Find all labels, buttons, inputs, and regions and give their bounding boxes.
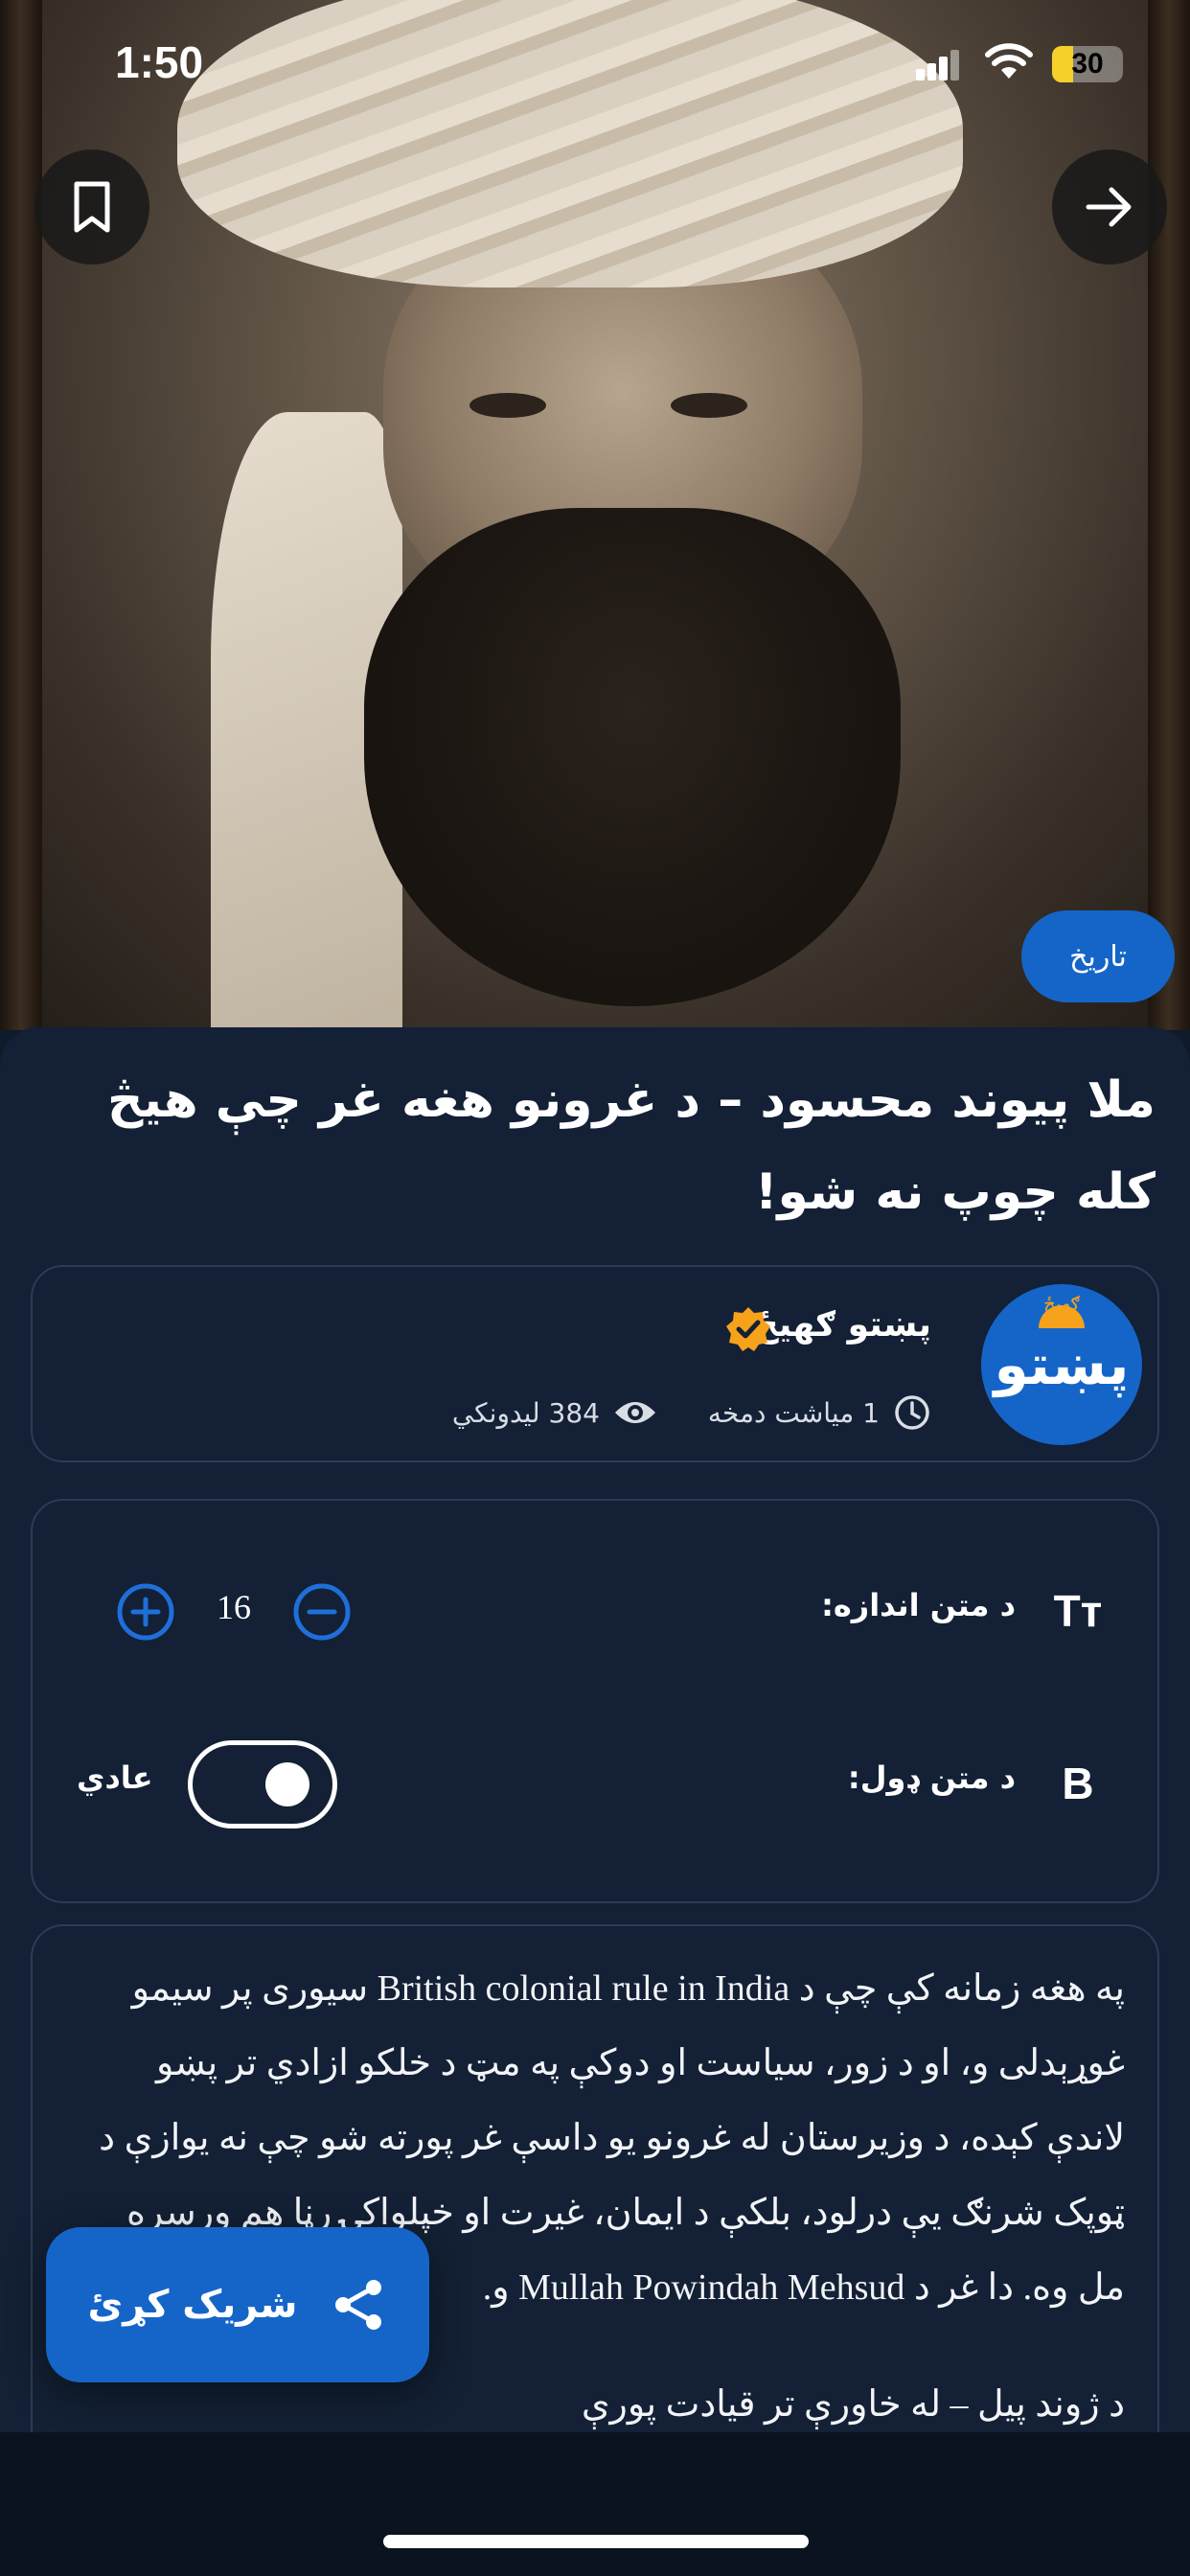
hero-photo (0, 0, 1190, 1030)
photo-eye-left (469, 393, 546, 418)
font-weight-setting: B د متن ډول: عادي (33, 1731, 1157, 1836)
toggle-knob (265, 1762, 309, 1806)
wifi-icon (985, 43, 1033, 79)
battery-level: 30 (1071, 48, 1104, 80)
author-logo[interactable]: ګهیځ پښتو (981, 1284, 1142, 1445)
publish-time-text: 1 میاشت دمخه (707, 1396, 880, 1429)
bold-icon: B (1062, 1759, 1094, 1808)
share-label: شریک کړئ (87, 2283, 298, 2327)
increase-size-button[interactable] (115, 1581, 176, 1643)
font-weight-value: عادي (77, 1760, 153, 1796)
font-weight-toggle[interactable] (188, 1740, 337, 1828)
author-card[interactable]: ګهیځ پښتو پښتو ګهیځ 1 میاشت دمخه 384 لید… (31, 1265, 1159, 1462)
forward-button[interactable] (1052, 150, 1167, 264)
author-name: پښتو ګهیځ (753, 1305, 931, 1345)
status-time: 1:50 (115, 37, 204, 87)
bookmark-icon (74, 181, 110, 233)
article-sheet: ملا پیوند محسود – د غرونو هغه غر چې هیڅ … (0, 1027, 1190, 2432)
reading-settings-card: Tт د متن اندازه: 16 B د متن ډول: عادي (31, 1499, 1159, 1903)
decrease-size-button[interactable] (291, 1581, 353, 1643)
arrow-right-icon (1086, 187, 1132, 227)
photo-frame-right (1148, 0, 1190, 1030)
text-size-icon: Tт (1053, 1586, 1103, 1636)
bottom-safe-area (0, 2432, 1190, 2576)
home-indicator[interactable] (383, 2535, 809, 2548)
battery-icon: 30 (1052, 46, 1123, 82)
font-size-label: د متن اندازه: (821, 1587, 1016, 1623)
category-tag[interactable]: تاریخ (1021, 910, 1175, 1002)
logo-text: پښتو (994, 1332, 1130, 1397)
status-bar: 1:50 30 (0, 0, 1190, 125)
clock-icon (895, 1395, 929, 1430)
article-title: ملا پیوند محسود – د غرونو هغه غر چې هیڅ … (106, 1071, 1156, 1221)
verified-badge-icon (726, 1307, 770, 1351)
font-size-value: 16 (217, 1588, 251, 1626)
share-icon (335, 2280, 382, 2330)
photo-frame-left (0, 0, 42, 1030)
photo-eye-right (671, 393, 747, 418)
bookmark-button[interactable] (34, 150, 149, 264)
view-count: 384 لیدونکي (452, 1392, 657, 1434)
publish-time: 1 میاشت دمخه (708, 1392, 931, 1434)
cellular-signal-icon (916, 50, 960, 80)
font-weight-label: د متن ډول: (847, 1760, 1016, 1796)
photo-beard (364, 508, 901, 1006)
eye-icon (615, 1402, 655, 1423)
share-button[interactable]: شریک کړئ (46, 2227, 429, 2382)
view-count-text: 384 لیدونکي (451, 1396, 600, 1429)
font-size-setting: Tт د متن اندازه: 16 (33, 1558, 1157, 1664)
